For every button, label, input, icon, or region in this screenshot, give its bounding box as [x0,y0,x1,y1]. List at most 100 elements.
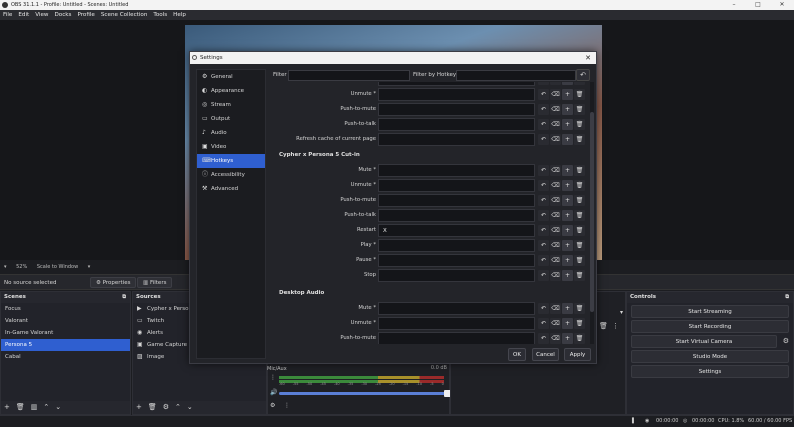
hotkey-input[interactable] [378,302,535,315]
nav-item-output[interactable]: ▭ Output [197,112,265,126]
transition-dropdown-icon[interactable]: ▾ [620,309,623,316]
menu-file[interactable]: File [3,10,12,20]
nav-item-advanced[interactable]: ⚒ Advanced [197,182,265,196]
remove-binding-icon[interactable]: 🗑 [574,134,585,145]
hotkeys-scrollbar[interactable] [590,82,594,344]
nav-item-accessibility[interactable]: ⓘ Accessibility [197,168,265,182]
mixer-more-icon[interactable]: ⋮ [284,402,290,409]
hotkey-input[interactable] [378,179,535,192]
revert-icon[interactable]: ↶ [538,104,549,115]
clear-icon[interactable]: ⌫ [550,210,561,221]
remove-binding-icon[interactable]: 🗑 [574,240,585,251]
remove-transition-icon[interactable]: 🗑 [599,322,608,330]
menu-docks[interactable]: Docks [55,10,72,20]
clear-icon[interactable]: ⌫ [550,104,561,115]
settings-button[interactable]: Settings [631,365,789,378]
revert-icon[interactable]: ↶ [538,333,549,344]
volume-slider[interactable] [279,390,451,397]
hotkey-input[interactable] [378,103,535,116]
clear-icon[interactable]: ⌫ [550,240,561,251]
nav-item-appearance[interactable]: ◐ Appearance [197,84,265,98]
remove-binding-icon[interactable]: 🗑 [574,104,585,115]
hotkey-input[interactable] [378,118,535,131]
add-binding-icon[interactable]: + [562,270,573,281]
filter-icon[interactable]: ▥ [31,403,38,411]
nav-item-hotkeys[interactable]: ⌨ Hotkeys [197,154,265,168]
apply-button[interactable]: Apply [564,348,591,361]
studio-mode-button[interactable]: Studio Mode [631,350,789,363]
transition-menu-icon[interactable]: ⋮ [612,322,619,330]
revert-icon[interactable]: ↶ [538,180,549,191]
revert-icon[interactable]: ↶ [538,195,549,206]
cancel-button[interactable]: Cancel [532,348,559,361]
zoom-chevron-icon[interactable]: ▾ [4,264,7,270]
close-icon[interactable]: ✕ [770,0,794,10]
hotkey-input[interactable] [378,164,535,177]
remove-binding-icon[interactable]: 🗑 [574,195,585,206]
clear-icon[interactable]: ⌫ [550,165,561,176]
clear-icon[interactable]: ⌫ [550,119,561,130]
revert-icon[interactable]: ↶ [538,119,549,130]
menu-scene-collection[interactable]: Scene Collection [101,10,148,20]
add-binding-icon[interactable]: + [562,195,573,206]
zoom-dropdown-icon[interactable]: ▾ [88,264,91,270]
hotkey-input[interactable] [378,88,535,101]
clear-icon[interactable]: ⌫ [550,195,561,206]
remove-binding-icon[interactable]: 🗑 [574,82,585,85]
add-icon[interactable]: + [4,403,10,411]
scene-item[interactable]: Focus [1,303,130,315]
clear-icon[interactable]: ⌫ [550,82,561,85]
add-binding-icon[interactable]: + [562,134,573,145]
properties-button[interactable]: ⚙ Properties [90,277,137,288]
add-binding-icon[interactable]: + [562,119,573,130]
filter-input[interactable] [288,70,410,81]
scene-item[interactable]: Valorant [1,315,130,327]
remove-binding-icon[interactable]: 🗑 [574,333,585,344]
add-binding-icon[interactable]: + [562,82,573,85]
add-binding-icon[interactable]: + [562,240,573,251]
ok-button[interactable]: OK [508,348,526,361]
scene-item[interactable]: Cabal [1,351,130,363]
start-streaming-button[interactable]: Start Streaming [631,305,789,318]
remove-binding-icon[interactable]: 🗑 [574,89,585,100]
scene-item[interactable]: Persona 5 [1,339,130,351]
menu-edit[interactable]: Edit [18,10,29,20]
move-up-icon[interactable]: ⌃ [43,403,49,411]
revert-icon[interactable]: ↶ [538,82,549,85]
hotkey-input[interactable] [378,332,535,344]
remove-binding-icon[interactable]: 🗑 [574,210,585,221]
hotkey-input[interactable] [378,133,535,146]
clear-icon[interactable]: ⌫ [550,333,561,344]
add-binding-icon[interactable]: + [562,210,573,221]
remove-binding-icon[interactable]: 🗑 [574,318,585,329]
add-binding-icon[interactable]: + [562,104,573,115]
undock-icon[interactable]: ⧉ [785,292,789,303]
scene-item[interactable]: In-Game Valorant [1,327,130,339]
remove-icon[interactable]: 🗑 [148,403,157,411]
add-binding-icon[interactable]: + [562,225,573,236]
hotkey-input[interactable] [378,254,535,267]
remove-binding-icon[interactable]: 🗑 [574,255,585,266]
clear-icon[interactable]: ⌫ [550,225,561,236]
revert-icon[interactable]: ↶ [538,318,549,329]
clear-icon[interactable]: ⌫ [550,303,561,314]
scrollbar-thumb[interactable] [590,112,594,312]
dialog-close-icon[interactable]: ✕ [585,52,591,64]
filter-by-hotkey-input[interactable] [456,70,576,81]
clear-icon[interactable]: ⌫ [550,270,561,281]
clear-icon[interactable]: ⌫ [550,180,561,191]
zoom-scale[interactable]: Scale to Window [37,264,78,270]
add-icon[interactable]: + [136,403,142,411]
reset-filter-icon[interactable]: ↶ [576,69,590,81]
hotkey-input[interactable] [378,82,535,86]
revert-icon[interactable]: ↶ [538,255,549,266]
remove-binding-icon[interactable]: 🗑 [574,225,585,236]
move-up-icon[interactable]: ⌃ [175,403,181,411]
menu-help[interactable]: Help [173,10,186,20]
revert-icon[interactable]: ↶ [538,134,549,145]
remove-binding-icon[interactable]: 🗑 [574,270,585,281]
clear-icon[interactable]: ⌫ [550,134,561,145]
virtual-camera-gear-icon[interactable]: ⚙ [783,337,789,345]
revert-icon[interactable]: ↶ [538,210,549,221]
nav-item-stream[interactable]: ◎ Stream [197,98,265,112]
